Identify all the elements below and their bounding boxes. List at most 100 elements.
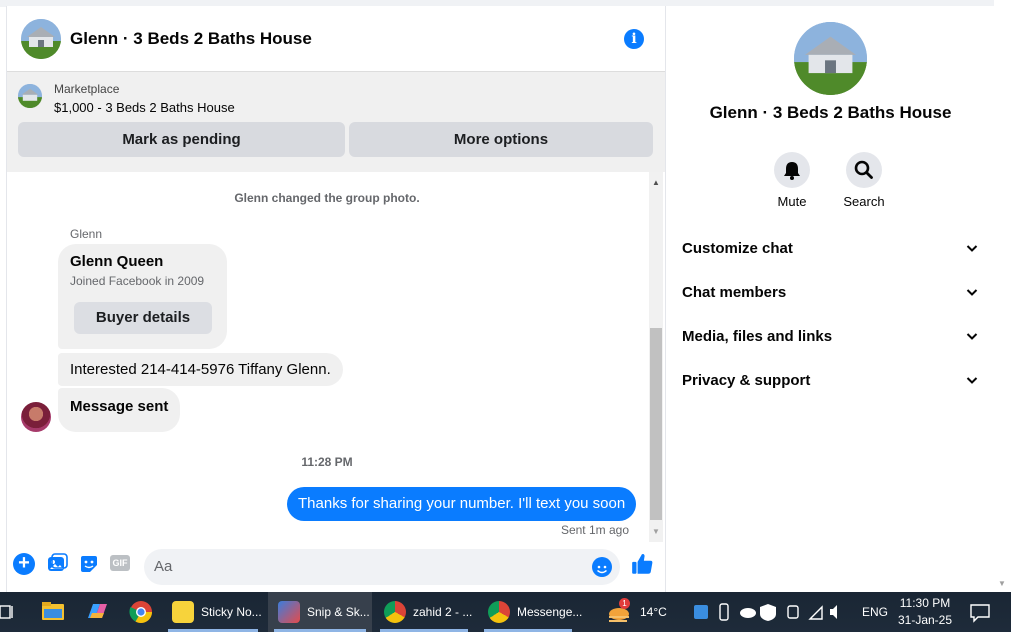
- chat-title: Glenn · 3 Beds 2 Baths House: [70, 28, 312, 48]
- sticky-notes-icon: [172, 601, 194, 623]
- chat-details-panel: Glenn · 3 Beds 2 Baths House Mute Search…: [665, 6, 994, 592]
- notification-icon[interactable]: [968, 592, 992, 632]
- snip-sketch-icon: [278, 601, 300, 623]
- scroll-up-arrow-icon[interactable]: ▲: [652, 178, 660, 187]
- clock[interactable]: 11:30 PM 31-Jan-25: [896, 592, 954, 632]
- chrome-profile-icon: [384, 601, 406, 623]
- windows-taskbar: Sticky No... Snip & Sk... zahid 2 - ... …: [0, 592, 1011, 632]
- weather-icon: [609, 608, 629, 622]
- message-scrollbar[interactable]: ▲ ▼: [649, 172, 663, 542]
- weather-badge: 1: [619, 598, 630, 609]
- task-view-icon[interactable]: [0, 592, 18, 632]
- panel-title: Glenn · 3 Beds 2 Baths House: [709, 103, 952, 122]
- section-privacy-support[interactable]: Privacy & support: [682, 366, 980, 396]
- image-icon[interactable]: [46, 553, 68, 575]
- house-photo-icon: [794, 22, 867, 95]
- section-label: Privacy & support: [682, 372, 811, 389]
- chevron-down-icon: [966, 234, 978, 275]
- bell-icon: [784, 162, 800, 180]
- scroll-down-arrow-icon[interactable]: ▼: [652, 527, 660, 536]
- file-explorer-icon[interactable]: [40, 592, 66, 632]
- weather-widget[interactable]: 1 14°C: [606, 592, 676, 632]
- buyer-name: Glenn Queen: [70, 253, 164, 270]
- listing-title[interactable]: $1,000 - 3 Beds 2 Baths House: [54, 100, 235, 115]
- device-icon: [787, 605, 799, 619]
- buyer-card: Glenn Queen Joined Facebook in 2009 Buye…: [58, 244, 227, 349]
- smile-glyph: [597, 565, 607, 574]
- outgoing-message-bubble[interactable]: Thanks for sharing your number. I'll tex…: [287, 487, 637, 521]
- copilot-icon[interactable]: [84, 592, 110, 632]
- taskbar-app-label: Snip & Sk...: [307, 605, 370, 619]
- volume-icon: [830, 605, 837, 619]
- scroll-thumb[interactable]: [650, 328, 662, 520]
- search-icon: [854, 160, 873, 179]
- weather-temp: 14°C: [640, 605, 667, 619]
- page-scrollbar[interactable]: ▼: [994, 0, 1011, 592]
- taskbar-app-snip-sketch[interactable]: Snip & Sk...: [268, 592, 372, 632]
- system-tray-icons: [692, 592, 842, 632]
- chevron-down-icon: [966, 366, 978, 407]
- sender-name: Glenn: [70, 227, 103, 241]
- chat-avatar[interactable]: [21, 18, 61, 59]
- screen: Glenn · 3 Beds 2 Baths House i Marketpla…: [0, 0, 1011, 632]
- onedrive-icon: [740, 608, 756, 618]
- message-input-placeholder: Aa: [154, 558, 173, 575]
- sticker-icon[interactable]: [78, 553, 100, 575]
- chrome-icon[interactable]: [128, 592, 154, 632]
- scroll-down-arrow-icon[interactable]: ▼: [998, 579, 1006, 588]
- chevron-down-icon: [966, 322, 978, 363]
- info-icon[interactable]: i: [624, 29, 644, 49]
- marketplace-label: Marketplace: [54, 82, 120, 96]
- clock-date: 31-Jan-25: [897, 613, 953, 627]
- house-photo-icon: [18, 84, 42, 108]
- chevron-down-icon: [966, 278, 978, 319]
- mark-as-pending-button[interactable]: Mark as pending: [18, 122, 345, 157]
- plus-icon[interactable]: +: [13, 553, 35, 575]
- message-bubble[interactable]: Interested 214-414-5976 Tiffany Glenn.: [58, 353, 343, 386]
- chat-window: Glenn · 3 Beds 2 Baths House i Marketpla…: [6, 6, 666, 592]
- buyer-subtitle: Joined Facebook in 2009: [70, 274, 205, 288]
- usb-icon: [719, 603, 729, 621]
- section-label: Chat members: [682, 284, 787, 301]
- section-customize-chat[interactable]: Customize chat: [682, 234, 980, 264]
- message-input[interactable]: Aa: [144, 549, 620, 585]
- section-media-files-links[interactable]: Media, files and links: [682, 322, 980, 352]
- section-label: Customize chat: [682, 240, 793, 257]
- taskbar-app-label: Sticky No...: [201, 605, 262, 619]
- listing-thumbnail[interactable]: [18, 84, 42, 108]
- emoji-icon[interactable]: [592, 557, 612, 577]
- gif-icon[interactable]: GIF: [110, 555, 130, 571]
- mute-button[interactable]: Mute: [762, 152, 822, 209]
- message-list: Glenn changed the group photo. Glenn Gle…: [7, 172, 647, 542]
- taskbar-app-chrome-zahid[interactable]: zahid 2 - ...: [374, 592, 474, 632]
- sent-status: Sent 1m ago: [560, 523, 629, 537]
- mute-label: Mute: [777, 194, 807, 209]
- sender-avatar[interactable]: [21, 402, 51, 432]
- chrome-profile-icon: [488, 601, 510, 623]
- panel-avatar[interactable]: [794, 22, 867, 95]
- taskbar-app-label: zahid 2 - ...: [413, 605, 473, 619]
- message-bubble[interactable]: Message sent: [58, 388, 181, 432]
- composer: + GIF Aa: [7, 542, 666, 592]
- mute-circle[interactable]: [774, 152, 810, 188]
- language-indicator[interactable]: ENG: [862, 592, 888, 632]
- clock-time: 11:30 PM: [899, 596, 951, 610]
- thumbs-up-icon[interactable]: [630, 551, 656, 577]
- search-button[interactable]: Search: [834, 152, 894, 209]
- chat-header: Glenn · 3 Beds 2 Baths House i: [7, 6, 666, 72]
- search-label: Search: [843, 194, 885, 209]
- wifi-icon: [808, 605, 823, 620]
- taskbar-app-label: Messenge...: [517, 605, 583, 619]
- search-circle[interactable]: [846, 152, 882, 188]
- more-options-button[interactable]: More options: [349, 122, 653, 157]
- house-photo-icon: [21, 18, 61, 59]
- taskbar-app-messenger[interactable]: Messenge...: [478, 592, 582, 632]
- buyer-details-button[interactable]: Buyer details: [74, 302, 212, 334]
- security-shield-icon: [760, 604, 776, 621]
- time-separator: 11:28 PM: [301, 455, 353, 469]
- taskbar-app-sticky-notes[interactable]: Sticky No...: [162, 592, 266, 632]
- system-event: Glenn changed the group photo.: [234, 191, 420, 205]
- marketplace-banner: Marketplace $1,000 - 3 Beds 2 Baths Hous…: [7, 72, 666, 172]
- section-label: Media, files and links: [682, 328, 833, 345]
- section-chat-members[interactable]: Chat members: [682, 278, 980, 308]
